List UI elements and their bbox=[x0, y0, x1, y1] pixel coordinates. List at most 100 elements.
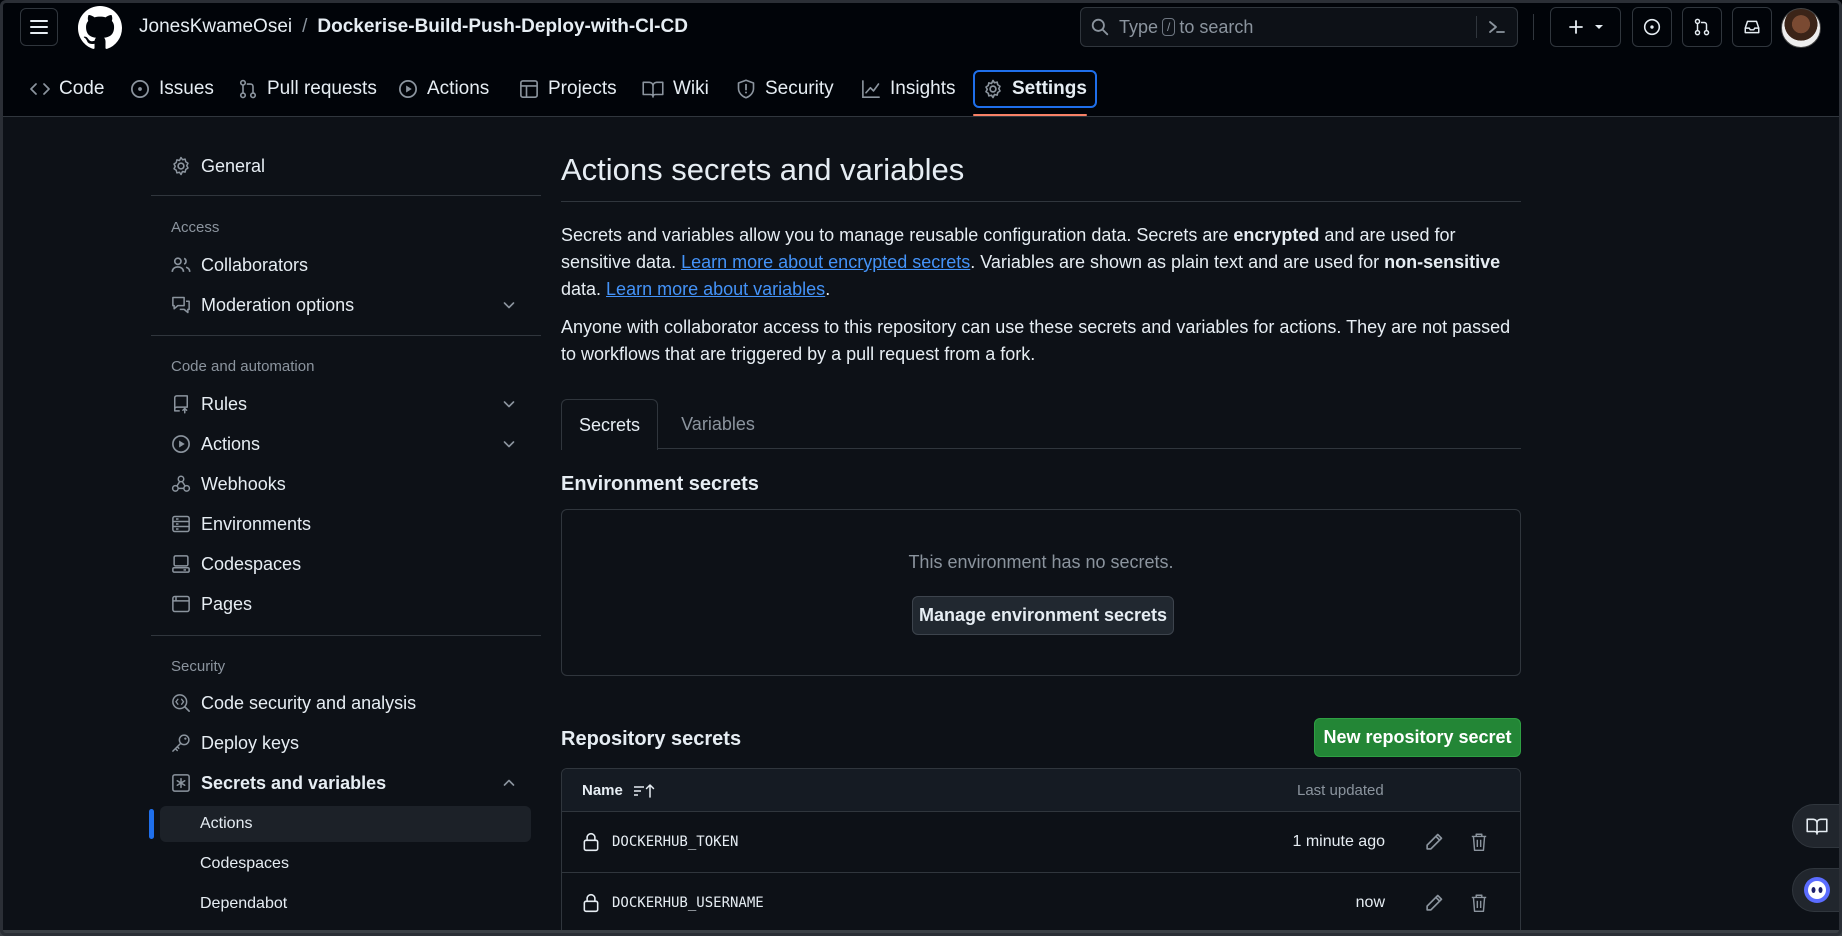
sidebar-item-codespaces[interactable]: Codespaces bbox=[151, 546, 531, 582]
menu-button[interactable] bbox=[20, 8, 58, 46]
sidebar-divider bbox=[151, 195, 541, 196]
tab-insights[interactable]: Insights bbox=[853, 70, 963, 108]
docs-panel-button[interactable] bbox=[1792, 804, 1842, 848]
gear-icon bbox=[173, 156, 189, 176]
environment-secrets-box: This environment has no secrets. Manage … bbox=[561, 509, 1521, 676]
create-new-button[interactable] bbox=[1550, 7, 1621, 47]
learn-more-variables-link[interactable]: Learn more about variables bbox=[606, 279, 825, 299]
issue-icon bbox=[131, 80, 149, 98]
pencil-icon[interactable] bbox=[1424, 832, 1444, 852]
user-avatar[interactable] bbox=[1781, 8, 1821, 48]
secret-last-updated: 1 minute ago bbox=[1292, 833, 1385, 850]
tab-code[interactable]: Code bbox=[22, 70, 112, 108]
github-logo-icon[interactable] bbox=[78, 6, 122, 50]
pull-request-icon bbox=[239, 79, 257, 99]
chevron-down-icon bbox=[503, 302, 515, 309]
sidebar-divider bbox=[151, 335, 541, 336]
issue-icon bbox=[1643, 18, 1661, 36]
browser-icon bbox=[172, 595, 190, 613]
sidebar-item-label: Moderation options bbox=[201, 294, 355, 315]
hamburger-icon bbox=[30, 20, 48, 34]
sidebar-item-deploy-keys[interactable]: Deploy keys bbox=[151, 725, 531, 761]
sidebar-item-environments[interactable]: Environments bbox=[151, 506, 531, 542]
name-column-header[interactable]: Name bbox=[582, 782, 655, 799]
copilot-button[interactable] bbox=[1792, 868, 1842, 912]
owner-link[interactable]: JonesKwameOsei bbox=[139, 16, 292, 38]
intro-text: Secrets and variables allow you to manag… bbox=[561, 225, 1234, 245]
sidebar-item-webhooks[interactable]: Webhooks bbox=[151, 466, 531, 502]
tab-label: Actions bbox=[427, 78, 490, 99]
pull-requests-button[interactable] bbox=[1682, 7, 1722, 47]
sidebar-subitem-actions[interactable]: Actions bbox=[160, 806, 531, 842]
tab-settings[interactable]: Settings bbox=[973, 70, 1097, 108]
tab-label: Wiki bbox=[673, 78, 709, 99]
play-icon bbox=[172, 435, 190, 453]
tab-secrets[interactable]: Secrets bbox=[561, 399, 658, 450]
header-divider bbox=[1533, 14, 1534, 40]
inbox-button[interactable] bbox=[1732, 7, 1772, 47]
sidebar-divider bbox=[151, 635, 541, 636]
manage-environment-secrets-button[interactable]: Manage environment secrets bbox=[912, 596, 1174, 635]
sidebar-item-collaborators[interactable]: Collaborators bbox=[151, 247, 531, 283]
tab-label: Issues bbox=[159, 78, 214, 99]
breadcrumb: JonesKwameOsei / Dockerise-Build-Push-De… bbox=[139, 16, 688, 38]
command-palette-icon[interactable] bbox=[1487, 17, 1507, 37]
learn-more-secrets-link[interactable]: Learn more about encrypted secrets bbox=[681, 252, 970, 272]
tab-label: Settings bbox=[1012, 78, 1087, 99]
tab-variables[interactable]: Variables bbox=[678, 399, 758, 450]
server-icon bbox=[172, 515, 190, 533]
sidebar-item-pages[interactable]: Pages bbox=[151, 586, 531, 622]
key-icon bbox=[172, 734, 190, 752]
graph-icon bbox=[862, 80, 880, 98]
issues-button[interactable] bbox=[1632, 7, 1672, 47]
sidebar-item-label: Dependabot bbox=[200, 895, 288, 912]
sidebar-subitem-dependabot[interactable]: Dependabot bbox=[151, 886, 531, 922]
tab-label: Insights bbox=[890, 78, 956, 99]
trash-icon[interactable] bbox=[1470, 832, 1488, 852]
sidebar-item-moderation[interactable]: Moderation options bbox=[151, 287, 531, 323]
tab-label: Pull requests bbox=[267, 78, 377, 99]
chevron-up-icon bbox=[503, 779, 515, 786]
sidebar-item-label: Codespaces bbox=[200, 855, 289, 872]
header-row: JonesKwameOsei / Dockerise-Build-Push-De… bbox=[0, 0, 1842, 56]
repo-link[interactable]: Dockerise-Build-Push-Deploy-with-CI-CD bbox=[317, 16, 688, 38]
sort-ascending-icon bbox=[633, 783, 655, 798]
sidebar-item-label: Webhooks bbox=[201, 473, 286, 494]
environment-secrets-heading: Environment secrets bbox=[561, 473, 759, 495]
repository-secrets-heading: Repository secrets bbox=[561, 728, 742, 750]
new-repository-secret-button[interactable]: New repository secret bbox=[1314, 718, 1521, 757]
shield-icon bbox=[737, 79, 755, 99]
tab-issues[interactable]: Issues bbox=[122, 70, 222, 108]
sidebar-item-general[interactable]: General bbox=[151, 148, 531, 184]
codescan-icon bbox=[172, 694, 190, 712]
caret-down-icon bbox=[1594, 25, 1603, 29]
book-icon bbox=[642, 81, 664, 98]
column-label: Name bbox=[582, 782, 623, 799]
tab-projects[interactable]: Projects bbox=[511, 70, 625, 108]
table-row: DOCKERHUB_TOKEN 1 minute ago bbox=[562, 812, 1520, 873]
secrets-variables-tabs: Secrets Variables bbox=[561, 399, 1521, 450]
sidebar-item-actions[interactable]: Actions bbox=[151, 426, 531, 462]
chevron-down-icon bbox=[503, 441, 515, 448]
tab-wiki[interactable]: Wiki bbox=[634, 70, 717, 108]
table-icon bbox=[520, 80, 538, 98]
pencil-icon[interactable] bbox=[1424, 893, 1444, 913]
breadcrumb-separator: / bbox=[302, 16, 308, 37]
sidebar-item-secrets-and-variables[interactable]: Secrets and variables bbox=[151, 765, 531, 801]
sidebar-item-label: Pages bbox=[201, 593, 253, 614]
tab-actions[interactable]: Actions bbox=[390, 70, 497, 108]
tab-label: Security bbox=[765, 78, 834, 99]
page-title: Actions secrets and variables bbox=[561, 152, 965, 187]
sidebar-item-rules[interactable]: Rules bbox=[151, 386, 531, 422]
webhook-icon bbox=[171, 475, 191, 492]
search-input[interactable]: Type / to search bbox=[1080, 7, 1518, 47]
sidebar-item-label: Secrets and variables bbox=[201, 772, 387, 793]
sidebar-subitem-codespaces[interactable]: Codespaces bbox=[151, 846, 531, 882]
tab-security[interactable]: Security bbox=[728, 70, 842, 108]
sidebar-item-label: Collaborators bbox=[201, 254, 309, 275]
secret-name: DOCKERHUB_USERNAME bbox=[612, 895, 764, 911]
trash-icon[interactable] bbox=[1470, 893, 1488, 913]
tab-pull-requests[interactable]: Pull requests bbox=[230, 70, 385, 108]
sidebar-item-code-security[interactable]: Code security and analysis bbox=[151, 685, 531, 721]
intro-bold-non-sensitive: non-sensitive bbox=[1384, 252, 1501, 272]
